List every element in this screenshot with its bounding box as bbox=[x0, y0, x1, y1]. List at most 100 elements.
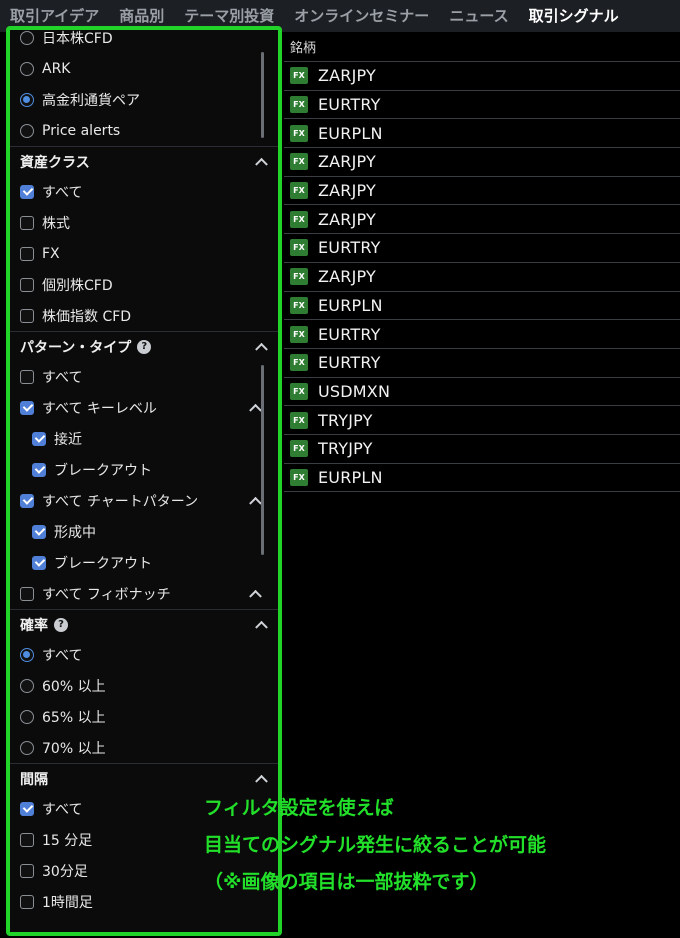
tab-news[interactable]: ニュース bbox=[439, 0, 518, 32]
checkbox-option[interactable]: ブレークアウト bbox=[8, 454, 278, 485]
tab-online-seminar[interactable]: オンラインセミナー bbox=[284, 0, 439, 32]
radio-option[interactable]: 日本株CFD bbox=[8, 28, 278, 53]
signal-row[interactable]: FX ZARJPY bbox=[284, 177, 680, 206]
signal-row[interactable]: FX ZARJPY bbox=[284, 205, 680, 235]
checkbox-label: すべて フィボナッチ bbox=[42, 586, 171, 603]
checkbox-checked[interactable] bbox=[32, 431, 46, 446]
checkbox-label: ブレークアウト bbox=[54, 462, 152, 479]
checkbox[interactable] bbox=[20, 308, 34, 323]
checkbox[interactable] bbox=[20, 894, 34, 909]
radio-option[interactable]: Price alerts bbox=[8, 115, 278, 146]
radio-option[interactable]: すべて bbox=[8, 639, 278, 670]
checkbox[interactable] bbox=[20, 277, 34, 292]
radio-label: ARK bbox=[42, 60, 71, 77]
checkbox-label: ブレークアウト bbox=[54, 555, 152, 572]
checkbox-option[interactable]: FX bbox=[8, 238, 278, 269]
column-header-symbol[interactable]: 銘柄 bbox=[284, 32, 680, 62]
checkbox-option[interactable]: すべて bbox=[8, 361, 278, 392]
radio-button[interactable] bbox=[20, 61, 34, 76]
checkbox-option[interactable]: すべて キーレベル bbox=[8, 392, 278, 423]
radio-label: 65% 以上 bbox=[42, 709, 106, 726]
checkbox-label: 株価指数 CFD bbox=[42, 308, 132, 325]
fx-badge-icon: FX bbox=[290, 468, 308, 486]
radio-option[interactable]: 高金利通貨ペア bbox=[8, 84, 278, 115]
checkbox-checked[interactable] bbox=[32, 462, 46, 477]
radio-option[interactable]: ARK bbox=[8, 53, 278, 84]
checkbox-label: 個別株CFD bbox=[42, 277, 113, 294]
checkbox-option[interactable]: ブレークアウト bbox=[8, 547, 278, 578]
checkbox[interactable] bbox=[20, 215, 34, 230]
signal-row[interactable]: FX TRYJPY bbox=[284, 435, 680, 464]
chevron-up-icon[interactable] bbox=[249, 403, 262, 417]
fx-badge-icon: FX bbox=[290, 440, 308, 458]
section-probability[interactable]: 確率 ? bbox=[8, 609, 278, 639]
symbol-label: USDMXN bbox=[318, 381, 391, 401]
fx-badge-icon: FX bbox=[290, 210, 308, 228]
section-interval[interactable]: 間隔 bbox=[8, 763, 278, 793]
signal-row[interactable]: FX ZARJPY bbox=[284, 263, 680, 292]
radio-button[interactable] bbox=[20, 740, 34, 755]
fx-badge-icon: FX bbox=[290, 382, 308, 400]
radio-button[interactable] bbox=[20, 30, 34, 45]
section-pattern-type[interactable]: パターン・タイプ ? bbox=[8, 331, 278, 361]
chevron-up-icon[interactable] bbox=[255, 774, 268, 788]
checkbox-option[interactable]: 株式 bbox=[8, 207, 278, 238]
radio-button-selected[interactable] bbox=[20, 92, 34, 107]
checkbox-checked[interactable] bbox=[20, 801, 34, 816]
checkbox-option[interactable]: 株価指数 CFD bbox=[8, 300, 278, 331]
radio-button[interactable] bbox=[20, 678, 34, 693]
radio-button-selected[interactable] bbox=[20, 647, 34, 662]
checkbox-option[interactable]: 形成中 bbox=[8, 516, 278, 547]
checkbox-option[interactable]: すべて フィボナッチ bbox=[8, 578, 278, 609]
checkbox-checked[interactable] bbox=[20, 493, 34, 508]
chevron-up-icon[interactable] bbox=[255, 620, 268, 634]
chevron-up-icon[interactable] bbox=[255, 342, 268, 356]
checkbox-label: 1時間足 bbox=[42, 894, 93, 911]
signal-row[interactable]: FX EURTRY bbox=[284, 91, 680, 120]
checkbox-option[interactable]: 個別株CFD bbox=[8, 269, 278, 300]
checkbox-option[interactable]: すべて チャートパターン bbox=[8, 485, 278, 516]
symbol-label: ZARJPY bbox=[318, 209, 377, 229]
checkbox-label: 15 分足 bbox=[42, 832, 93, 849]
radio-option[interactable]: 65% 以上 bbox=[8, 701, 278, 732]
watchlist-radio-group: 日本株CFD ARK 高金利通貨ペア Price alerts bbox=[8, 28, 278, 146]
signal-row[interactable]: FX ZARJPY bbox=[284, 62, 680, 91]
checkbox-checked[interactable] bbox=[20, 184, 34, 199]
checkbox[interactable] bbox=[20, 369, 34, 384]
chevron-up-icon[interactable] bbox=[249, 589, 262, 603]
scrollbar[interactable] bbox=[261, 52, 264, 138]
checkbox-checked[interactable] bbox=[32, 524, 46, 539]
section-asset-class[interactable]: 資産クラス bbox=[8, 146, 278, 176]
radio-option[interactable]: 60% 以上 bbox=[8, 670, 278, 701]
signal-row[interactable]: FX EURTRY bbox=[284, 349, 680, 378]
checkbox-checked[interactable] bbox=[20, 400, 34, 415]
chevron-up-icon[interactable] bbox=[255, 157, 268, 171]
checkbox[interactable] bbox=[20, 586, 34, 601]
checkbox-option[interactable]: 接近 bbox=[8, 423, 278, 454]
signal-row[interactable]: FX TRYJPY bbox=[284, 406, 680, 435]
radio-button[interactable] bbox=[20, 709, 34, 724]
tab-trade-signals[interactable]: 取引シグナル bbox=[519, 0, 629, 32]
checkbox[interactable] bbox=[20, 863, 34, 878]
checkbox[interactable] bbox=[20, 832, 34, 847]
signal-row[interactable]: FX EURPLN bbox=[284, 119, 680, 149]
checkbox-option[interactable]: すべて bbox=[8, 176, 278, 207]
signal-row[interactable]: FX EURPLN bbox=[284, 464, 680, 493]
checkbox[interactable] bbox=[20, 246, 34, 261]
help-icon[interactable]: ? bbox=[137, 339, 152, 354]
radio-label: 60% 以上 bbox=[42, 678, 106, 695]
radio-option[interactable]: 70% 以上 bbox=[8, 732, 278, 763]
signal-row[interactable]: FX USDMXN bbox=[284, 378, 680, 407]
help-icon[interactable]: ? bbox=[54, 617, 68, 632]
signal-row[interactable]: FX ZARJPY bbox=[284, 148, 680, 177]
fx-badge-icon: FX bbox=[290, 153, 308, 171]
signal-row[interactable]: FX EURTRY bbox=[284, 234, 680, 263]
checkbox-checked[interactable] bbox=[32, 555, 46, 570]
scrollbar[interactable] bbox=[261, 365, 264, 555]
signal-row[interactable]: FX EURPLN bbox=[284, 292, 680, 321]
chevron-up-icon[interactable] bbox=[249, 496, 262, 510]
radio-button[interactable] bbox=[20, 123, 34, 138]
checkbox-label: すべて bbox=[42, 184, 83, 201]
symbol-label: TRYJPY bbox=[318, 410, 373, 430]
signal-row[interactable]: FX EURTRY bbox=[284, 320, 680, 349]
